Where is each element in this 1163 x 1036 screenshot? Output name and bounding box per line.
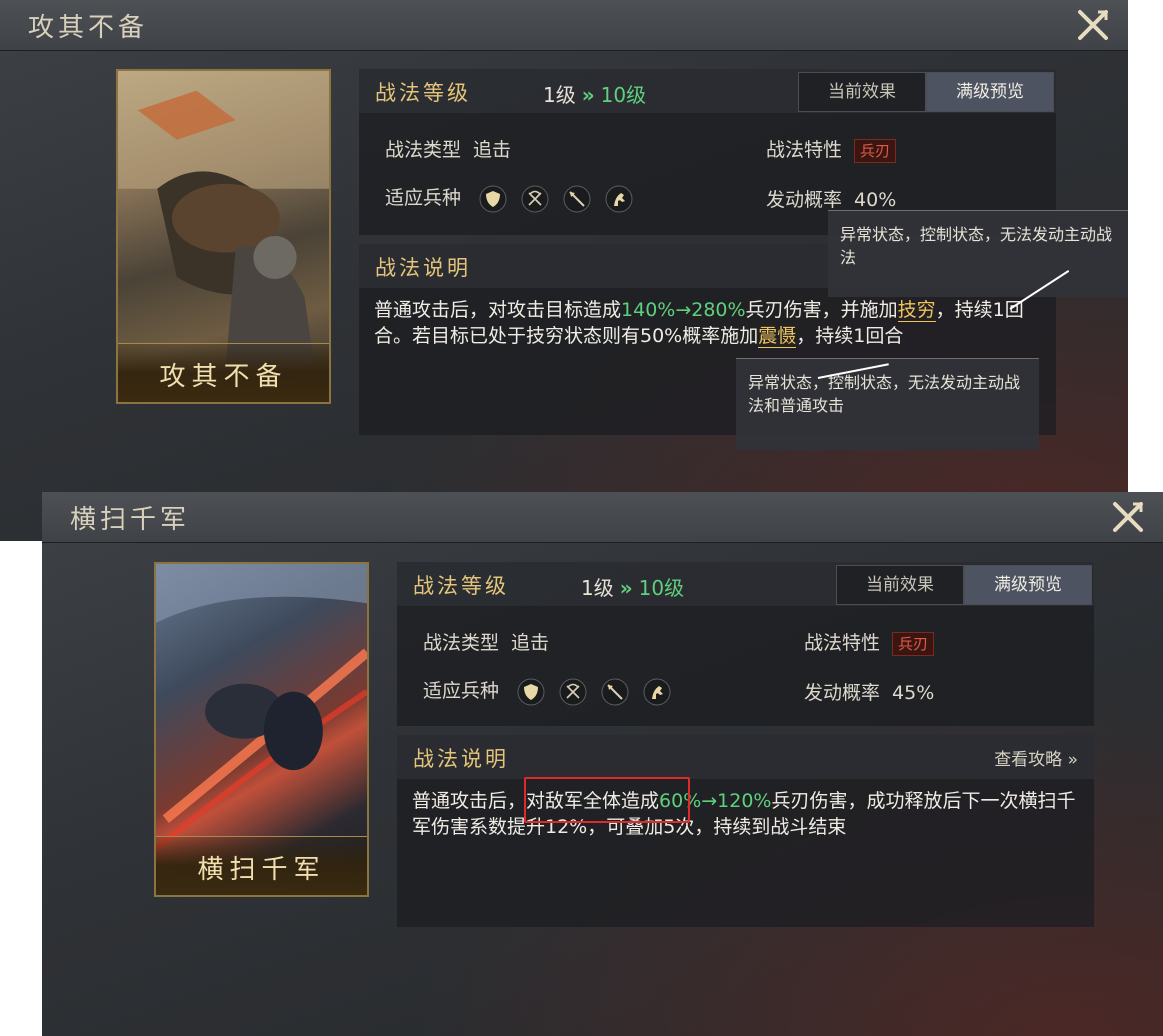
skill-card: 攻其不备 — [116, 69, 331, 404]
level-from: 1级 — [581, 576, 614, 600]
skill-description: 普通攻击后，对敌军全体造成60%→120%兵刃伤害，成功释放后下一次横扫千军伤害… — [412, 788, 1084, 840]
effect-tabs: 当前效果 满级预览 — [798, 72, 1054, 112]
trigger-prob-label: 发动概率 — [766, 189, 843, 211]
skill-trait-badge: 兵刃 — [892, 631, 935, 656]
title-bar: 横扫千军 — [42, 492, 1163, 543]
skill-trait-label: 战法特性 — [766, 139, 843, 161]
skill-panel-2: 横扫千军 横扫千军 战法等级 1级» 10级 当前效果 满级预览 战法类型 追击… — [42, 492, 1163, 1036]
trigger-prob-row: 发动概率 40% — [766, 185, 896, 212]
skill-trait-badge: 兵刃 — [854, 138, 897, 163]
trigger-prob-value: 40% — [854, 189, 897, 211]
panel-title: 横扫千军 — [70, 505, 191, 535]
horse-icon — [643, 678, 671, 706]
description-box: 战法说明 查看攻略 » 普通攻击后，对敌军全体造成60%→120%兵刃伤害，成功… — [397, 735, 1094, 927]
desc-header: 战法说明 — [375, 256, 471, 280]
keyword-link-zhenshe[interactable]: 震慑 — [758, 325, 797, 348]
panel-title: 攻其不备 — [28, 13, 149, 43]
card-nameplate: 横扫千军 — [156, 836, 367, 895]
trigger-prob-row: 发动概率 45% — [804, 678, 934, 705]
skill-type-label: 战法类型 — [385, 139, 462, 161]
shield-icon — [517, 678, 545, 706]
title-bar: 攻其不备 — [0, 0, 1128, 51]
level-progress: 1级» 10级 — [543, 79, 646, 108]
desc-text: 普通攻击后，对攻击目标造成 — [374, 299, 622, 321]
level-to: 10级 — [638, 576, 685, 600]
level-header: 战法等级 — [375, 81, 471, 105]
spear-icon — [563, 185, 591, 213]
skill-type-row: 战法类型 追击 — [385, 135, 511, 162]
card-name: 横扫千军 — [197, 855, 326, 885]
troop-type-label: 适应兵种 — [385, 187, 462, 209]
level-header-row: 战法等级 1级» 10级 当前效果 满级预览 — [397, 562, 1094, 606]
skill-trait-label: 战法特性 — [804, 632, 881, 654]
view-guide-link[interactable]: 查看攻略 » — [994, 745, 1078, 770]
skill-trait-row: 战法特性 兵刃 — [766, 135, 897, 163]
highlight-box — [524, 777, 690, 823]
skill-type-value: 追击 — [473, 139, 512, 161]
card-nameplate: 攻其不备 — [118, 343, 329, 402]
level-arrow-icon: » — [581, 83, 595, 107]
tab-max-level-preview[interactable]: 满级预览 — [964, 565, 1092, 605]
skill-type-label: 战法类型 — [423, 632, 500, 654]
shield-icon — [479, 185, 507, 213]
skill-description: 普通攻击后，对攻击目标造成140%→280%兵刃伤害，并施加技穷，持续1回合。若… — [374, 297, 1046, 349]
skill-type-value: 追击 — [511, 632, 550, 654]
tab-current-effect[interactable]: 当前效果 — [836, 565, 964, 605]
card-name: 攻其不备 — [159, 362, 288, 392]
skill-trait-row: 战法特性 兵刃 — [804, 628, 935, 656]
desc-text: 兵刃伤害，并施加 — [745, 299, 898, 321]
tab-max-level-preview[interactable]: 满级预览 — [926, 72, 1054, 112]
bow-icon — [559, 678, 587, 706]
desc-header-row: 战法说明 查看攻略 » — [397, 735, 1094, 779]
tooltip-zhenshe: 异常状态，控制状态，无法发动主动战法和普通攻击 — [736, 358, 1039, 450]
troop-type-label: 适应兵种 — [423, 680, 500, 702]
level-to: 10级 — [600, 83, 647, 107]
trigger-prob-value: 45% — [892, 682, 935, 704]
level-header-row: 战法等级 1级» 10级 当前效果 满级预览 — [359, 69, 1056, 113]
close-icon[interactable] — [1076, 8, 1110, 42]
level-arrow-icon: » — [619, 576, 633, 600]
tab-current-effect[interactable]: 当前效果 — [798, 72, 926, 112]
tooltip-jiqiong: 异常状态，控制状态，无法发动主动战法 — [828, 210, 1128, 297]
level-header: 战法等级 — [413, 574, 509, 598]
bow-icon — [521, 185, 549, 213]
level-progress: 1级» 10级 — [581, 572, 684, 601]
damage-value: 140%→280% — [621, 299, 746, 321]
desc-text: ，持续1回合 — [796, 325, 904, 347]
desc-header: 战法说明 — [413, 747, 509, 771]
close-icon[interactable] — [1111, 500, 1145, 534]
spear-icon — [601, 678, 629, 706]
level-from: 1级 — [543, 83, 576, 107]
skill-type-row: 战法类型 追击 — [423, 628, 549, 655]
effect-tabs: 当前效果 满级预览 — [836, 565, 1092, 605]
skill-panel-1: 攻其不备 攻其不备 战法等级 1级» 10级 当前效果 满级预览 战法类型 追击… — [0, 0, 1128, 541]
skill-card: 横扫千军 — [154, 562, 369, 897]
troop-type-row: 适应兵种 — [385, 183, 641, 213]
keyword-link-jiqiong[interactable]: 技穷 — [897, 299, 936, 322]
troop-type-row: 适应兵种 — [423, 676, 679, 706]
horse-icon — [605, 185, 633, 213]
trigger-prob-label: 发动概率 — [804, 682, 881, 704]
level-box: 战法等级 1级» 10级 当前效果 满级预览 战法类型 追击 战法特性 兵刃 适应兵种… — [397, 562, 1094, 726]
